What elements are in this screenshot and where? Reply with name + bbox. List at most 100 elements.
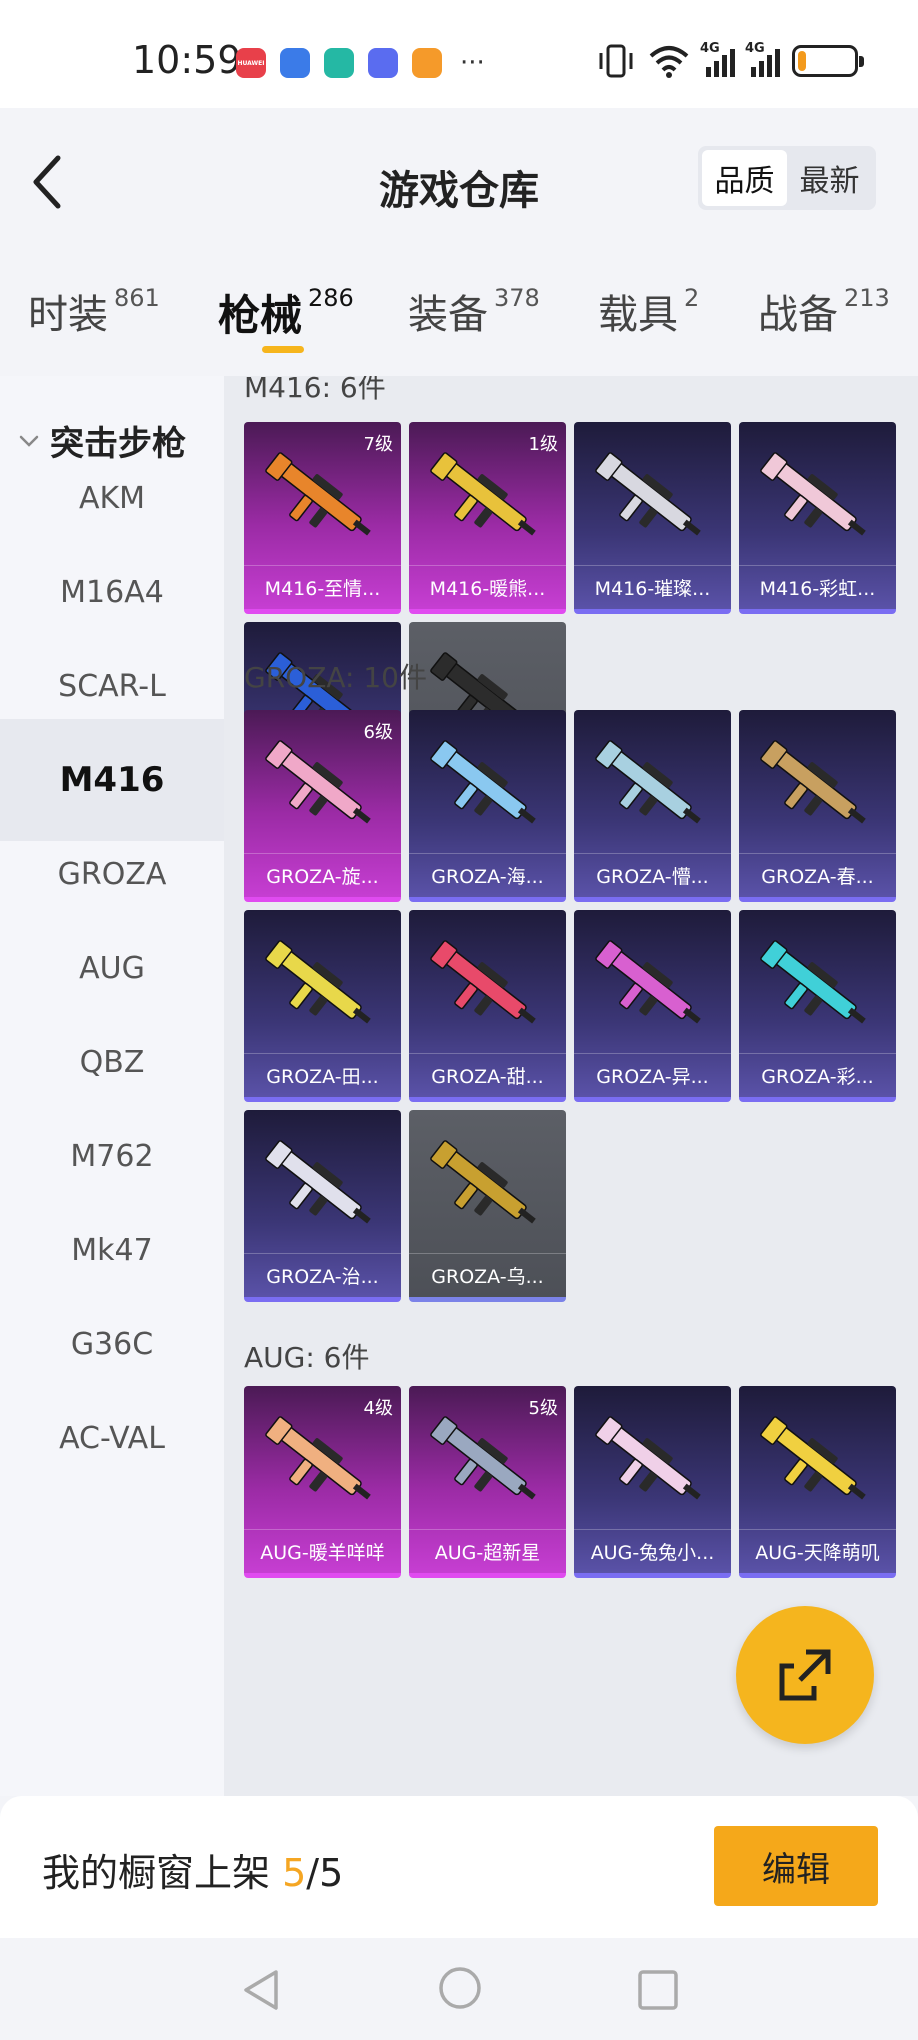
weapon-skin-image (595, 740, 701, 824)
weapon-name: AUG-超新星 (409, 1529, 566, 1573)
weapon-sidebar: 突击步枪 AKM M16A4 SCAR-L M416 GROZA AUG QBZ M762 Mk… (0, 376, 224, 1796)
weapon-skin-image (430, 1416, 536, 1500)
weapon-card[interactable]: GROZA-田... (244, 910, 401, 1102)
weapon-skin-image (595, 1416, 701, 1500)
weapon-card[interactable]: 7级 M416-至情... (244, 422, 401, 614)
weapon-skin-image (430, 740, 536, 824)
system-nav-bar (0, 1938, 918, 2040)
status-app-icons: HUAWEI ··· (236, 48, 485, 78)
section-header: AUG: 6件 (244, 1341, 370, 1374)
weapon-name: GROZA-甜... (409, 1053, 566, 1097)
weapon-name: M416-彩虹... (739, 565, 896, 609)
tab-supplies[interactable]: 战备 213 (758, 282, 890, 340)
weapon-name: GROZA-乌... (409, 1253, 566, 1297)
share-icon (779, 1649, 831, 1701)
showcase-bar: 我的橱窗上架 5/5 编辑 (0, 1796, 918, 1938)
weapon-card[interactable]: 5级 AUG-超新星 (409, 1386, 566, 1578)
huawei-app-icon: HUAWEI (236, 48, 266, 78)
weapon-name: AUG-兔兔小... (574, 1529, 731, 1573)
weapon-skin-image (265, 1416, 371, 1500)
weapon-skin-image (265, 740, 371, 824)
tab-count: 286 (308, 284, 354, 312)
tab-equipment[interactable]: 装备 378 (408, 282, 540, 340)
signal-label-2: 4G (745, 41, 765, 56)
weapon-name: GROZA-海... (409, 853, 566, 897)
weapon-card[interactable]: GROZA-治... (244, 1110, 401, 1302)
tab-vehicles[interactable]: 载具 2 (598, 282, 699, 340)
weapon-skin-image (430, 940, 536, 1024)
showcase-current-count: 5 (282, 1851, 307, 1895)
game-app-icon (412, 48, 442, 78)
weapon-grid-area[interactable]: M416: 6件 7级 M416-至情... 1级 M416-暖熊... M416-璀璨.… (224, 376, 918, 1796)
weapon-name: M416-暖熊... (409, 565, 566, 609)
weapon-name: GROZA-懵... (574, 853, 731, 897)
level-badge: 6级 (363, 722, 393, 743)
weapon-name: GROZA-田... (244, 1053, 401, 1097)
weapon-card[interactable]: GROZA-乌... (409, 1110, 566, 1302)
tab-label: 枪械 (218, 291, 303, 340)
status-indicators: 4G 4G (596, 41, 864, 78)
weapon-skin-image (760, 1416, 866, 1500)
weapon-card[interactable]: GROZA-异... (574, 910, 731, 1102)
level-badge: 5级 (528, 1398, 558, 1419)
showcase-label: 我的橱窗上架 5/5 (42, 1842, 343, 1897)
weapon-card-grid: 6级 GROZA-旋... GROZA-海... GROZA-懵... GROZA-春.… (244, 710, 896, 1302)
more-notifications-icon: ··· (460, 48, 485, 78)
weapon-card[interactable]: GROZA-甜... (409, 910, 566, 1102)
sort-option-quality[interactable]: 品质 (702, 150, 787, 206)
tab-label: 装备 (408, 292, 488, 338)
weapon-name: M416-璀璨... (574, 565, 731, 609)
music-app-icon (368, 48, 398, 78)
weapon-skin-image (595, 452, 701, 536)
weapon-card[interactable]: 1级 M416-暖熊... (409, 422, 566, 614)
weapon-skin-image (760, 940, 866, 1024)
weapon-card[interactable]: GROZA-海... (409, 710, 566, 902)
tab-firearms[interactable]: 枪械 286 (218, 282, 354, 343)
tab-label: 战备 (758, 292, 838, 338)
status-time: 10:59 (132, 38, 242, 82)
weapon-skin-image (430, 452, 536, 536)
nav-home-icon[interactable] (438, 1966, 482, 2010)
security-app-icon (324, 48, 354, 78)
weapon-card[interactable]: AUG-天降萌叽 (739, 1386, 896, 1578)
weapon-card[interactable]: M416-彩虹... (739, 422, 896, 614)
edit-button[interactable]: 编辑 (714, 1826, 878, 1906)
sidebar-item-ac-val[interactable]: AC-VAL (0, 1377, 224, 1499)
signal-label-1: 4G (700, 41, 720, 56)
weapon-name: GROZA-异... (574, 1053, 731, 1097)
level-badge: 4级 (363, 1398, 393, 1419)
signal-icon-1: 4G (700, 41, 735, 77)
weapon-skin-image (265, 452, 371, 536)
weapon-card[interactable]: AUG-兔兔小... (574, 1386, 731, 1578)
showcase-text: 我的橱窗上架 (42, 1851, 271, 1895)
weapon-name: AUG-天降萌叽 (739, 1529, 896, 1573)
weapon-card[interactable]: 6级 GROZA-旋... (244, 710, 401, 902)
nav-recents-icon[interactable] (636, 1968, 680, 2012)
tab-count: 861 (114, 284, 160, 312)
wifi-icon (649, 46, 689, 78)
weapon-name: AUG-暖羊咩咩 (244, 1529, 401, 1573)
battery-level (798, 51, 807, 71)
weapon-name: M416-至情... (244, 565, 401, 609)
vibrate-icon (599, 44, 633, 78)
section-header: M416: 6件 (244, 376, 386, 404)
weapon-card[interactable]: GROZA-懵... (574, 710, 731, 902)
tab-label: 载具 (598, 292, 678, 338)
share-button[interactable] (736, 1606, 874, 1744)
weapon-card[interactable]: 4级 AUG-暖羊咩咩 (244, 1386, 401, 1578)
level-badge: 1级 (528, 434, 558, 455)
browser-app-icon (280, 48, 310, 78)
tab-fashion[interactable]: 时装 861 (28, 282, 160, 340)
weapon-card[interactable]: GROZA-彩... (739, 910, 896, 1102)
weapon-card[interactable]: GROZA-春... (739, 710, 896, 902)
battery-icon (792, 45, 864, 77)
weapon-skin-image (595, 940, 701, 1024)
active-tab-indicator (262, 346, 304, 353)
weapon-name: GROZA-治... (244, 1253, 401, 1297)
nav-back-icon[interactable] (240, 1968, 284, 2012)
sort-toggle: 品质 最新 (698, 146, 876, 210)
tab-count: 2 (684, 284, 700, 312)
tab-label: 时装 (28, 292, 108, 338)
weapon-card[interactable]: M416-璀璨... (574, 422, 731, 614)
sort-option-newest[interactable]: 最新 (787, 150, 872, 206)
